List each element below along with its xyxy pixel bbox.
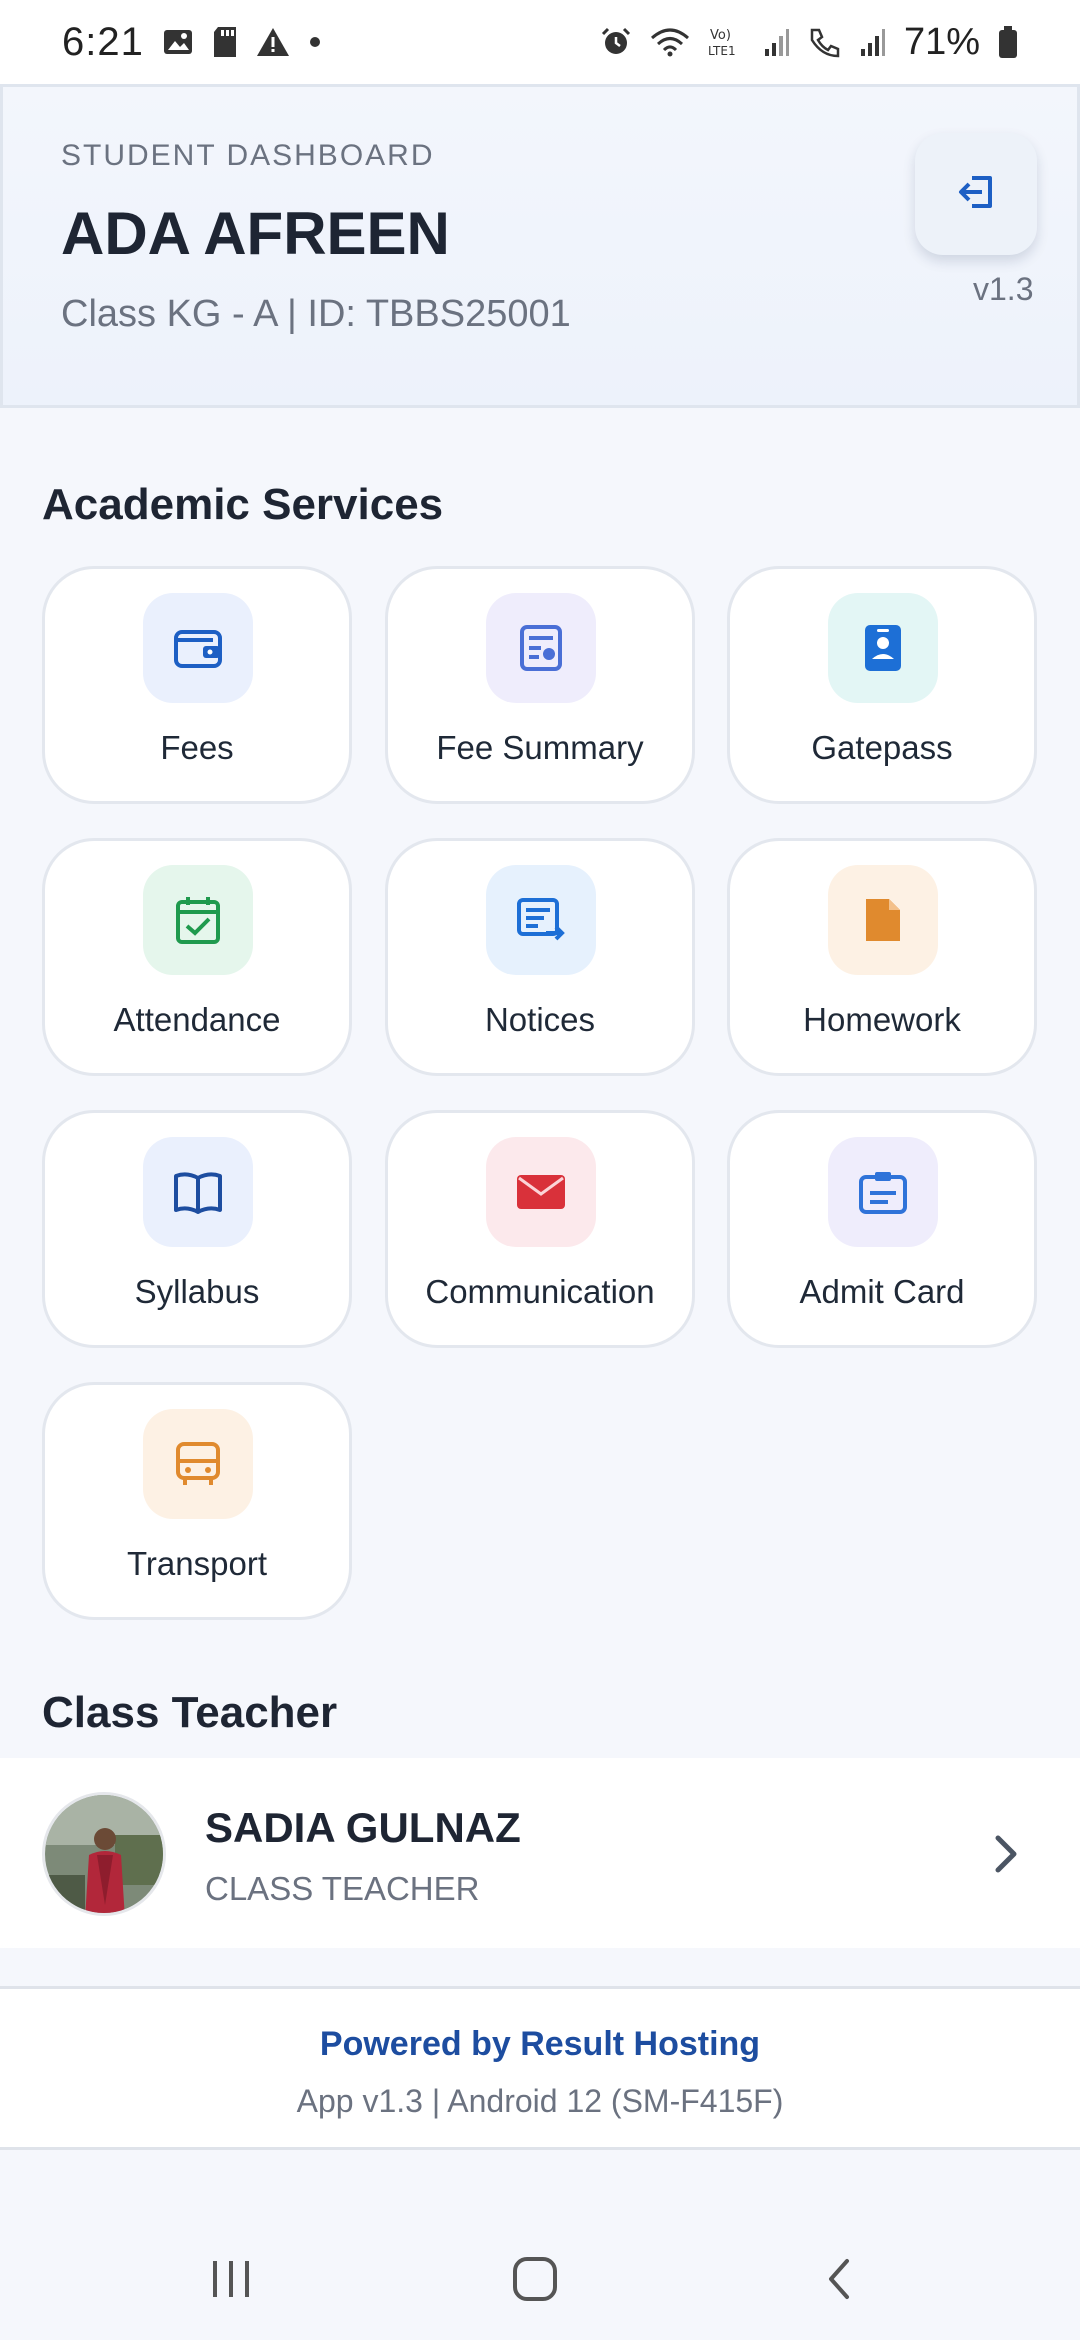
tile-transport[interactable]: Transport: [42, 1382, 352, 1620]
student-header: STUDENT DASHBOARD ADA AFREEN Class KG - …: [0, 84, 1080, 408]
class-teacher-title: Class Teacher: [42, 1688, 338, 1737]
tile-attendance[interactable]: Attendance: [42, 838, 352, 1076]
powered-by-link[interactable]: Powered by Result Hosting: [0, 2025, 1080, 2064]
recents-button[interactable]: [196, 2244, 266, 2314]
wifi-icon: [650, 26, 690, 58]
class-teacher-card[interactable]: SADIA GULNAZ CLASS TEACHER: [0, 1758, 1080, 1948]
signal-2-icon: [860, 27, 886, 57]
book-icon: [143, 1137, 253, 1247]
tile-label: Fees: [160, 729, 234, 766]
academic-services-title: Academic Services: [42, 480, 444, 529]
tile-notices[interactable]: Notices: [385, 838, 695, 1076]
home-icon: [513, 2257, 557, 2301]
tile-fee-summary[interactable]: Fee Summary: [385, 566, 695, 804]
wifi-call-icon: [808, 26, 842, 58]
student-class-id: Class KG - A | ID: TBBS25001: [61, 293, 571, 335]
volte-icon: Vo) LTE1: [708, 25, 746, 59]
tile-label: Communication: [425, 1273, 655, 1310]
home-button[interactable]: [500, 2244, 570, 2314]
tile-fees[interactable]: Fees: [42, 566, 352, 804]
teacher-name: SADIA GULNAZ: [205, 1804, 521, 1851]
tile-label: Gatepass: [811, 729, 953, 766]
battery-icon: [998, 25, 1018, 59]
back-button[interactable]: [804, 2244, 874, 2314]
tile-label: Fee Summary: [436, 729, 644, 766]
signal-1-icon: [764, 27, 790, 57]
system-nav-bar: [0, 2214, 1080, 2340]
logout-button[interactable]: [915, 133, 1037, 255]
header-caption: STUDENT DASHBOARD: [61, 139, 435, 172]
badge-icon: [828, 593, 938, 703]
document-icon: [828, 865, 938, 975]
tile-label: Syllabus: [134, 1273, 260, 1310]
tile-label: Transport: [127, 1545, 267, 1582]
tile-label: Attendance: [113, 1001, 281, 1038]
tile-label: Homework: [803, 1001, 961, 1038]
notice-icon: [486, 865, 596, 975]
tile-admit-card[interactable]: Admit Card: [727, 1110, 1037, 1348]
tile-label: Notices: [484, 1001, 596, 1038]
svg-text:LTE1: LTE1: [708, 44, 736, 58]
receipt-icon: [486, 593, 596, 703]
calendar-check-icon: [143, 865, 253, 975]
chevron-right-icon: [986, 1834, 1026, 1874]
tile-homework[interactable]: Homework: [727, 838, 1037, 1076]
app-version: v1.3: [973, 271, 1034, 307]
recents-icon: [213, 2261, 249, 2297]
tile-label: Admit Card: [799, 1273, 965, 1310]
svg-text:Vo): Vo): [710, 28, 731, 43]
bus-icon: [143, 1409, 253, 1519]
teacher-avatar: [42, 1792, 166, 1916]
app-info: App v1.3 | Android 12 (SM-F415F): [296, 2083, 784, 2119]
alarm-icon: [600, 26, 632, 58]
wallet-icon: [143, 593, 253, 703]
notification-dot-icon: [308, 35, 322, 49]
envelope-icon: [486, 1137, 596, 1247]
clipboard-icon: [828, 1137, 938, 1247]
logout-icon: [954, 170, 998, 219]
warning-icon: [256, 27, 290, 57]
tile-gatepass[interactable]: Gatepass: [727, 566, 1037, 804]
back-icon: [829, 2259, 849, 2299]
tile-syllabus[interactable]: Syllabus: [42, 1110, 352, 1348]
student-name: ADA AFREEN: [61, 200, 450, 267]
gallery-icon: [162, 26, 194, 58]
teacher-role: CLASS TEACHER: [205, 1870, 480, 1907]
battery-percent: 71%: [903, 20, 980, 63]
tile-communication[interactable]: Communication: [385, 1110, 695, 1348]
sd-card-icon: [212, 26, 238, 58]
status-time: 6:21: [62, 19, 144, 64]
status-bar: 6:21 Vo) LTE1 71%: [0, 0, 1080, 84]
footer: Powered by Result Hosting App v1.3 | And…: [0, 1986, 1080, 2150]
